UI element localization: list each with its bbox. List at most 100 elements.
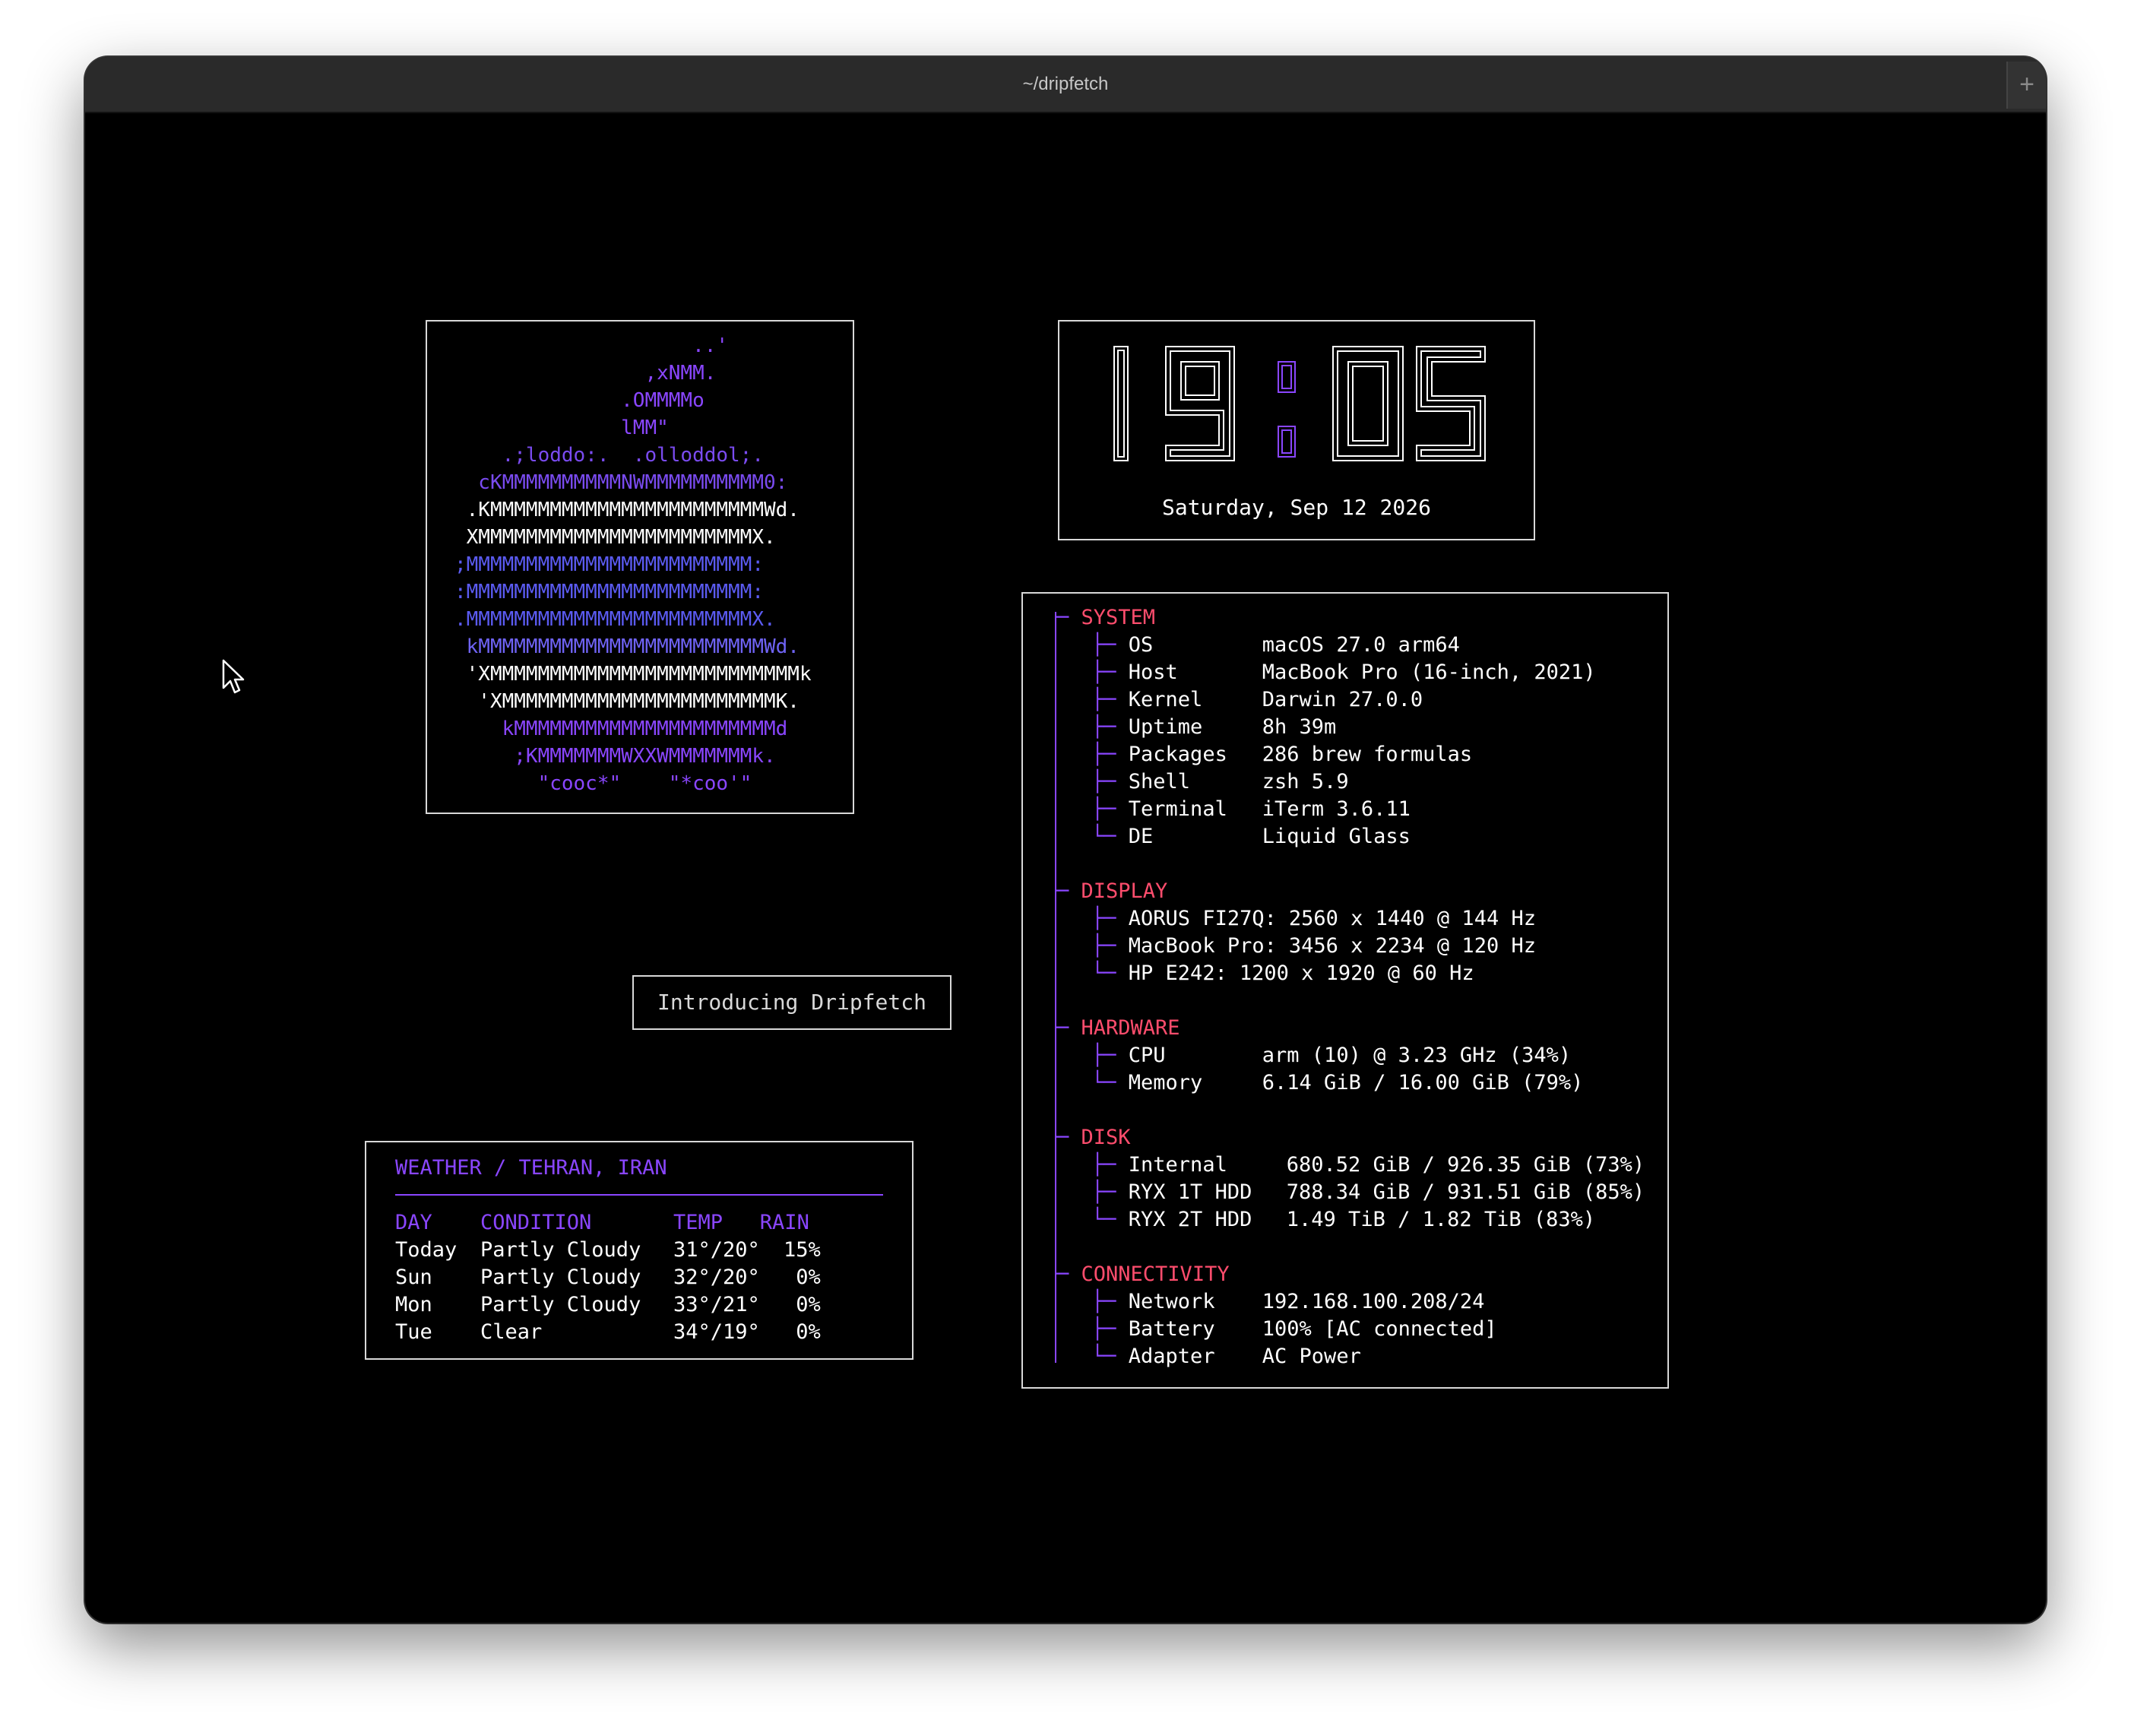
tree-branch: ─ (1056, 879, 1081, 903)
info-label: Packages (1128, 743, 1227, 766)
clock-digit-0 (1332, 346, 1404, 461)
info-value: 6.14 GiB / 16.00 GiB (79%) (1262, 1071, 1584, 1095)
info-value: 1.49 TiB / 1.82 TiB (83%) (1286, 1208, 1596, 1231)
weather-row: Tue Clear 34°/19° 0% (395, 1319, 821, 1346)
tree-branch: ├─ (1091, 743, 1129, 766)
logo-line: ;KMMMMMMMWXXWMMMMMMMk. (454, 745, 776, 768)
logo-line: XMMMMMMMMMMMMMMMMMMMMMMMX. (454, 526, 776, 549)
info-row: ├─ MacBook Pro: 3456 x 2234 @ 120 Hz (1091, 933, 1536, 960)
weather-day: Tue (395, 1320, 432, 1344)
info-row: ├─ OS macOS 27.0 arm64 (1091, 632, 1460, 659)
info-label: Terminal (1128, 797, 1227, 821)
logo-line: 'XMMMMMMMMMMMMMMMMMMMMMMMMMMk (454, 663, 812, 686)
info-row: ├─ AORUS FI27Q: 2560 x 1440 @ 144 Hz (1091, 905, 1536, 933)
info-label: OS (1128, 633, 1154, 657)
info-label: Internal (1128, 1153, 1227, 1177)
tree-branch: ├─ (1091, 934, 1129, 958)
info-value: 1200 x 1920 @ 60 Hz (1239, 961, 1474, 985)
tree-branch: ─ (1056, 1262, 1081, 1286)
tree-branch: └─ (1091, 961, 1129, 985)
clock-date: Saturday, Sep 12 2026 (1161, 495, 1431, 520)
logo-line: lMM" (454, 417, 669, 439)
tree-branch: ├─ (1091, 797, 1129, 821)
info-value: 192.168.100.208/24 (1262, 1290, 1485, 1313)
info-row: └─ Memory 6.14 GiB / 16.00 GiB (79%) (1091, 1069, 1583, 1097)
weather-temp: 33°/21° (673, 1293, 760, 1316)
tree-branch: ├─ (1091, 1290, 1129, 1313)
window-title: ~/dripfetch (1022, 74, 1109, 94)
logo-line: kMMMMMMMMMMMMMMMMMMMMMMd (454, 718, 788, 740)
info-row: └─ RYX 2T HDD 1.49 TiB / 1.82 TiB (83%) (1091, 1206, 1595, 1234)
tree-branch: ─ (1056, 606, 1081, 629)
weather-row: Today Partly Cloudy 31°/20° 15% (395, 1237, 821, 1264)
tree-branch: └─ (1091, 1345, 1129, 1368)
weather-rain: 0% (796, 1293, 821, 1316)
section-header-row: ─ HARDWARE (1056, 1015, 1180, 1042)
introducing-dripfetch-button[interactable]: Introducing Dripfetch (632, 975, 952, 1030)
info-value: iTerm 3.6.11 (1262, 797, 1411, 821)
info-value: 3456 x 2234 @ 120 Hz (1288, 934, 1536, 958)
info-row: └─ HP E242: 1200 x 1920 @ 60 Hz (1091, 960, 1474, 987)
info-value: 680.52 GiB / 926.35 GiB (73%) (1286, 1153, 1645, 1177)
info-label: MacBook Pro: (1128, 934, 1277, 958)
clock-digit-1 (1113, 346, 1129, 461)
weather-rows: Today Partly Cloudy 31°/20° 15% Sun Partly Cl… (395, 1237, 821, 1346)
weather-condition: Partly Cloudy (480, 1238, 641, 1262)
info-label: DE (1128, 825, 1154, 848)
weather-temp: 34°/19° (673, 1320, 760, 1344)
logo-line: "cooc*" "*coo'" (454, 772, 752, 795)
section-title: CONNECTIVITY (1081, 1262, 1230, 1286)
title-bar[interactable]: ~/dripfetch + (85, 57, 2046, 113)
info-row: ├─ Uptime 8h 39m (1091, 714, 1336, 741)
info-row: ├─ Shell zsh 5.9 (1091, 768, 1349, 796)
new-tab-button[interactable]: + (2006, 62, 2046, 109)
logo-line: .MMMMMMMMMMMMMMMMMMMMMMMMX. (454, 608, 776, 631)
weather-condition: Partly Cloudy (480, 1293, 641, 1316)
info-value: MacBook Pro (16-inch, 2021) (1262, 661, 1596, 684)
info-value: 788.34 GiB / 931.51 GiB (85%) (1286, 1180, 1645, 1204)
col-day: DAY (395, 1211, 432, 1234)
info-value: Darwin 27.0.0 (1262, 688, 1423, 711)
logo-line: :MMMMMMMMMMMMMMMMMMMMMMMM: (454, 581, 764, 603)
weather-day: Sun (395, 1266, 432, 1289)
info-row: ├─ Battery 100% [AC connected] (1091, 1316, 1497, 1343)
info-row: ├─ CPU arm (10) @ 3.23 GHz (34%) (1091, 1042, 1571, 1069)
clock-digits (1113, 346, 1486, 461)
weather-rain: 0% (796, 1266, 821, 1289)
info-row: ├─ Host MacBook Pro (16-inch, 2021) (1091, 659, 1596, 686)
weather-day: Mon (395, 1293, 432, 1316)
tree-branch: ├─ (1091, 1153, 1129, 1177)
section-header-row: ─ DISK (1056, 1124, 1131, 1152)
info-value: arm (10) @ 3.23 GHz (34%) (1262, 1044, 1572, 1067)
weather-condition: Clear (480, 1320, 543, 1344)
section-title: DISK (1081, 1126, 1131, 1149)
logo-line: ;MMMMMMMMMMMMMMMMMMMMMMMM: (454, 553, 764, 576)
info-label: HP E242: (1128, 961, 1227, 985)
info-label: RYX 1T HDD (1128, 1180, 1252, 1204)
weather-temp: 32°/20° (673, 1266, 760, 1289)
info-row: ├─ Network 192.168.100.208/24 (1091, 1288, 1484, 1316)
info-label: Host (1128, 661, 1178, 684)
tree-branch: └─ (1091, 825, 1129, 848)
info-value: Liquid Glass (1262, 825, 1411, 848)
info-label: Memory (1128, 1071, 1203, 1095)
section-title: HARDWARE (1081, 1016, 1180, 1040)
weather-table-header: DAY CONDITION TEMP RAIN (395, 1209, 821, 1237)
terminal-content[interactable]: ..' ,xNMM. .OMMMMo lMM" .;loddo:. .ollod… (85, 112, 2046, 1623)
info-label: Shell (1128, 770, 1191, 794)
terminal-window: ~/dripfetch + ..' ,xNMM. .OMMMMo lMM" .;… (85, 57, 2046, 1623)
weather-temp: 31°/20° (673, 1238, 760, 1262)
info-row: ├─ Packages 286 brew formulas (1091, 741, 1472, 768)
clock-box: Saturday, Sep 12 2026 (1058, 320, 1535, 540)
logo-line: .KMMMMMMMMMMMMMMMMMMMMMMMWd. (454, 499, 800, 521)
mouse-pointer-icon (222, 659, 245, 694)
weather-box: WEATHER / TEHRAN, IRAN DAY CONDITION TEM… (365, 1141, 914, 1360)
info-label: Adapter (1128, 1345, 1215, 1368)
info-value: AC Power (1262, 1345, 1361, 1368)
info-row: ├─ Terminal iTerm 3.6.11 (1091, 796, 1411, 823)
info-label: RYX 2T HDD (1128, 1208, 1252, 1231)
section-header-row: ─ DISPLAY (1056, 878, 1167, 905)
logo-line: 'XMMMMMMMMMMMMMMMMMMMMMMMK. (454, 690, 800, 713)
logo-line: .OMMMMo (454, 389, 705, 412)
info-value: 286 brew formulas (1262, 743, 1473, 766)
